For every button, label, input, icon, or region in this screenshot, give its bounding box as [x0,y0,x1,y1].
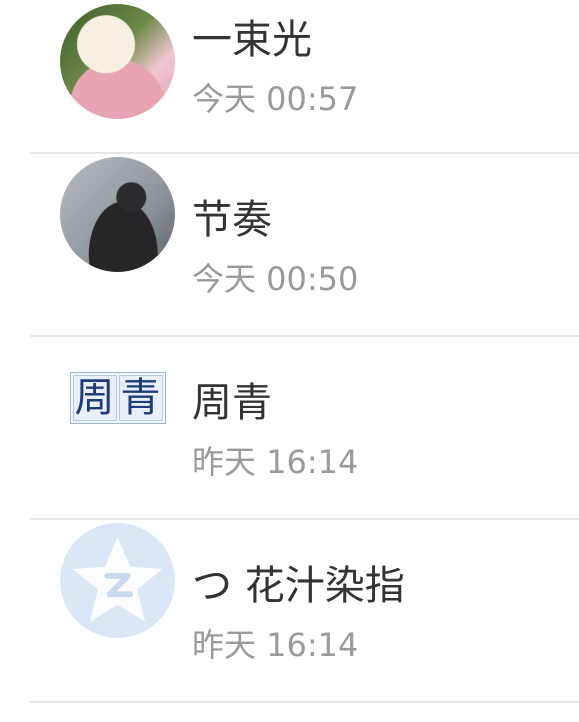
default-star-icon [72,536,163,622]
conversation-item[interactable]: 一束光 今天 00:57 [0,0,579,154]
logo-char: 周 [72,374,117,421]
contact-avatar[interactable] [60,4,175,119]
contact-avatar[interactable]: 周 青 [60,340,175,455]
message-time: 今天 00:57 [192,80,359,118]
contact-name: 一束光 [192,17,312,63]
contact-name: 节奏 [192,197,272,243]
message-time: 昨天 16:14 [192,443,359,481]
conversation-list: 一束光 今天 00:57 节奏 今天 00:50 周 青 周青 昨天 16:14… [0,0,579,703]
contact-name: 周青 [192,380,272,426]
divider [30,701,579,703]
conversation-item[interactable]: 周 青 周青 昨天 16:14 [0,337,579,520]
contact-avatar[interactable] [60,157,175,272]
text-logo: 周 青 [69,371,166,424]
logo-char: 青 [118,374,163,421]
message-time: 今天 00:50 [192,260,359,298]
contact-avatar[interactable] [60,523,175,638]
conversation-item[interactable]: つ 花汁染指 昨天 16:14 [0,520,579,703]
contact-name: つ 花汁染指 [192,563,405,609]
message-time: 昨天 16:14 [192,626,359,664]
conversation-item[interactable]: 节奏 今天 00:50 [0,154,579,337]
